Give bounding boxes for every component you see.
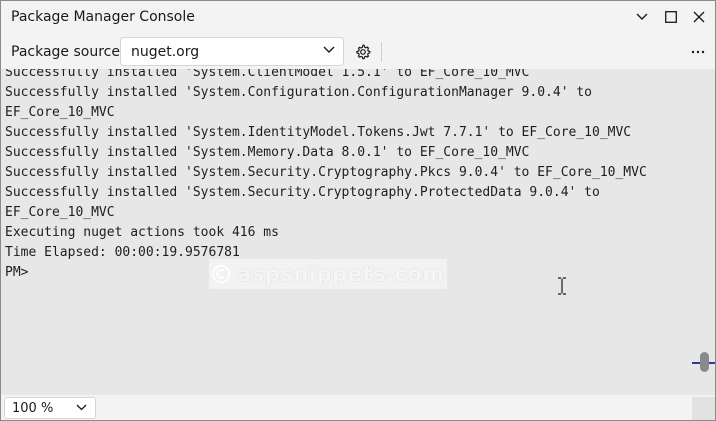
console-line: Executing nuget actions took 416 ms — [5, 225, 279, 240]
console-line: Successfully installed 'System.Security.… — [5, 165, 647, 180]
watermark-text: aspsnippets.com — [237, 262, 445, 286]
toolbar-separator — [381, 42, 382, 62]
package-source-settings-button[interactable] — [350, 39, 376, 65]
console-line: EF_Core_10_MVC — [5, 105, 115, 120]
title-bar: Package Manager Console — [1, 1, 715, 34]
console-line: EF_Core_10_MVC — [5, 205, 115, 220]
text-cursor-icon — [558, 277, 566, 295]
maximize-button[interactable] — [658, 5, 684, 29]
vertical-scrollbar-thumb[interactable] — [700, 352, 709, 372]
zoom-level-value: 100 % — [12, 401, 54, 416]
more-options-button[interactable] — [685, 39, 711, 65]
package-source-value: nuget.org — [131, 44, 200, 60]
window-title: Package Manager Console — [11, 9, 195, 25]
chevron-down-icon — [323, 46, 335, 53]
zoom-level-dropdown[interactable]: 100 % — [4, 397, 96, 419]
copyright-icon — [212, 264, 231, 284]
console-line: Successfully installed 'System.ClientMod… — [5, 69, 530, 80]
gear-icon — [356, 44, 371, 60]
console-lines: Successfully installed 'System.ClientMod… — [5, 69, 695, 283]
window-dropdown-button[interactable] — [629, 5, 655, 29]
console-line: Successfully installed 'System.Configura… — [5, 85, 592, 100]
more-horizontal-icon — [691, 50, 705, 54]
console-line: Successfully installed 'System.Security.… — [5, 185, 600, 200]
console-output-area[interactable]: Successfully installed 'System.ClientMod… — [1, 69, 715, 395]
console-line: Successfully installed 'System.IdentityM… — [5, 125, 632, 140]
maximize-icon — [665, 11, 677, 23]
close-icon — [693, 11, 705, 23]
toolbar: Package source: nuget.org — [1, 34, 715, 69]
scrollbar-corner — [692, 397, 715, 420]
package-manager-console-window: Package Manager Console Package source: … — [0, 0, 716, 421]
watermark: aspsnippets.com — [209, 259, 447, 289]
chevron-down-icon — [636, 13, 648, 20]
chevron-down-icon — [76, 404, 87, 411]
package-source-dropdown[interactable]: nuget.org — [120, 37, 344, 66]
package-source-label: Package source: — [11, 44, 125, 60]
status-bar: 100 % — [1, 395, 715, 420]
close-button[interactable] — [686, 5, 712, 29]
console-line: Successfully installed 'System.Memory.Da… — [5, 145, 530, 160]
